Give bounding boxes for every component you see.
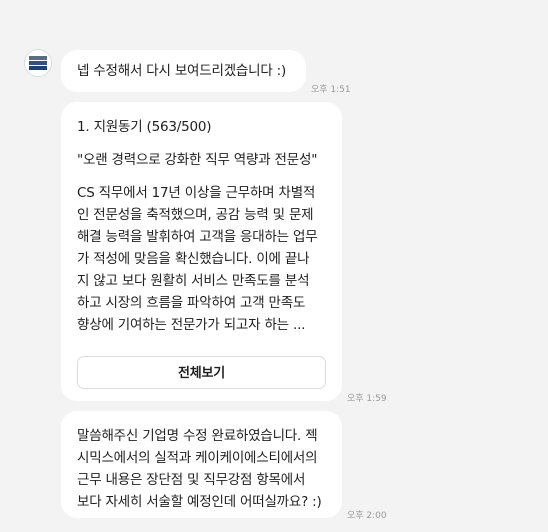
message-bubble-card: 1. 지원동기 (563/500) "오랜 경력으로 강화한 직무 역량과 전문… — [61, 102, 342, 401]
message-line: 근무 내용은 장단점 및 직무강점 항목에서 — [77, 472, 306, 488]
message-timestamp: 오후 2:00 — [347, 511, 387, 521]
card-body-line: 하고 시장의 흐름을 파악하여 고객 만족도 — [77, 295, 306, 311]
message-line: 보다 자세히 서술할 예정인데 어떠실까요? :) — [77, 494, 322, 510]
card-body-line: 해결 능력을 발휘하여 고객을 응대하는 업무 — [77, 229, 318, 245]
message-line: 말씀해주신 기업명 수정 완료하였습니다. 젝 — [77, 428, 318, 444]
card-body-line: 지 않고 보다 원활히 서비스 만족도를 분석 — [77, 273, 310, 289]
view-full-button[interactable]: 전체보기 — [77, 356, 326, 389]
card-quote: "오랜 경력으로 강화한 직무 역량과 전문성" — [77, 152, 318, 168]
avatar — [24, 49, 52, 77]
company-logo-icon — [25, 50, 51, 76]
message-timestamp: 오후 1:59 — [347, 394, 387, 404]
card-body-line: 향상에 기여하는 전문가가 되고자 하는 ... — [77, 317, 306, 333]
message-bubble: 넵 수정해서 다시 보여드리겠습니다 :) — [61, 50, 306, 92]
message-bubble: 말씀해주신 기업명 수정 완료하였습니다. 젝 시믹스에서의 실적과 케이케이에… — [61, 411, 342, 518]
card-body-line: CS 직무에서 17년 이상을 근무하며 차별적 — [77, 185, 316, 201]
card-body-line: 가 적성에 맞음을 확신했습니다. 이에 끝나 — [77, 251, 310, 267]
message-line: 시믹스에서의 실적과 케이케이에스티에서의 — [77, 450, 318, 466]
card-heading: 1. 지원동기 (563/500) — [77, 119, 212, 135]
message-text: 넵 수정해서 다시 보여드리겠습니다 :) — [77, 63, 287, 79]
card-body-line: 인 전문성을 축적했으며, 공감 능력 및 문제 — [77, 207, 314, 223]
message-timestamp: 오후 1:51 — [311, 85, 351, 95]
